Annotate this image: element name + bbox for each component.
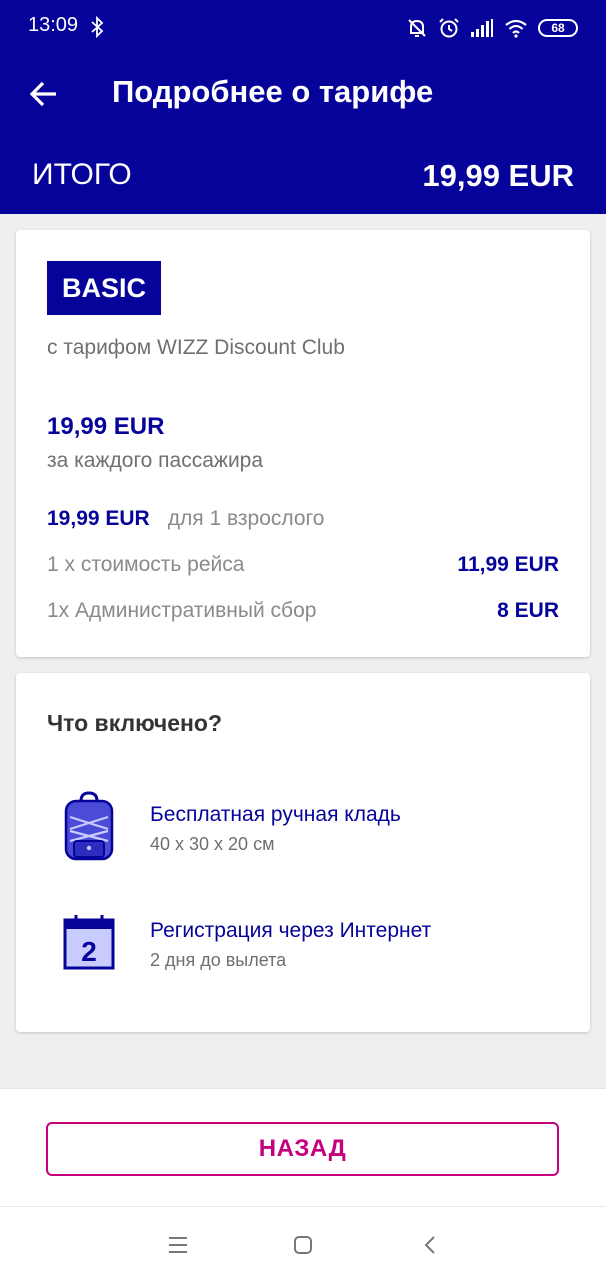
price-line-label: 1 x стоимость рейса: [47, 553, 245, 576]
signal-icon: [471, 19, 493, 37]
feature-title: Регистрация через Интернет: [150, 919, 432, 942]
adult-price-label: для 1 взрослого: [167, 507, 325, 530]
fare-badge: BASIC: [47, 261, 161, 315]
included-title: Что включено?: [47, 710, 223, 736]
battery-icon: 68: [538, 19, 578, 37]
feature-title: Бесплатная ручная кладь: [150, 803, 401, 826]
calendar-day: 2: [81, 936, 97, 967]
fare-subtitle: с тарифом WIZZ Discount Club: [47, 336, 345, 359]
home-icon[interactable]: [291, 1233, 315, 1257]
system-nav-bar: [0, 1206, 606, 1280]
included-card: Что включено? Бесплатная ручная кладь 40…: [16, 673, 590, 1032]
page-title: Подробнее о тарифе: [112, 74, 434, 109]
mute-icon: [408, 19, 426, 37]
back-button[interactable]: НАЗАД: [46, 1122, 559, 1176]
wifi-icon: [505, 19, 527, 38]
status-icons: 68: [406, 15, 578, 41]
back-arrow-icon[interactable]: [28, 78, 60, 110]
adult-price-row: 19,99 EUR для 1 взрослого: [47, 507, 559, 535]
price-line-fee: 1x Административный сбор 8 EUR: [47, 599, 559, 627]
backpack-icon: [64, 791, 114, 861]
total-label: ИТОГО: [32, 158, 132, 191]
menu-icon[interactable]: [166, 1233, 190, 1257]
fare-details-card: BASIC с тарифом WIZZ Discount Club 19,99…: [16, 230, 590, 657]
alarm-icon: [439, 18, 459, 38]
price-line-value: 11,99 EUR: [457, 553, 559, 576]
total-value: 19,99 EUR: [422, 158, 574, 193]
back-nav-icon[interactable]: [419, 1233, 443, 1257]
price-line-value: 8 EUR: [497, 599, 559, 622]
calendar-icon: 2: [63, 915, 115, 970]
feature-subtitle: 2 дня до вылета: [150, 950, 287, 970]
status-time: 13:09: [28, 14, 79, 36]
price-line-label: 1x Административный сбор: [47, 599, 317, 622]
price-line-flight: 1 x стоимость рейса 11,99 EUR: [47, 553, 559, 581]
per-passenger-label: за каждого пассажира: [47, 449, 264, 472]
bluetooth-icon: [91, 16, 104, 38]
status-bar: 13:09 68: [0, 0, 606, 54]
feature-subtitle: 40 x 30 x 20 см: [150, 834, 275, 854]
app-header: 13:09 68 Подробнее о тарифе ИТОГО 19,99 …: [0, 0, 606, 214]
per-passenger-price: 19,99 EUR: [47, 413, 165, 440]
bottom-action-bar: НАЗАД: [0, 1088, 606, 1206]
adult-price: 19,99 EUR: [47, 507, 150, 530]
